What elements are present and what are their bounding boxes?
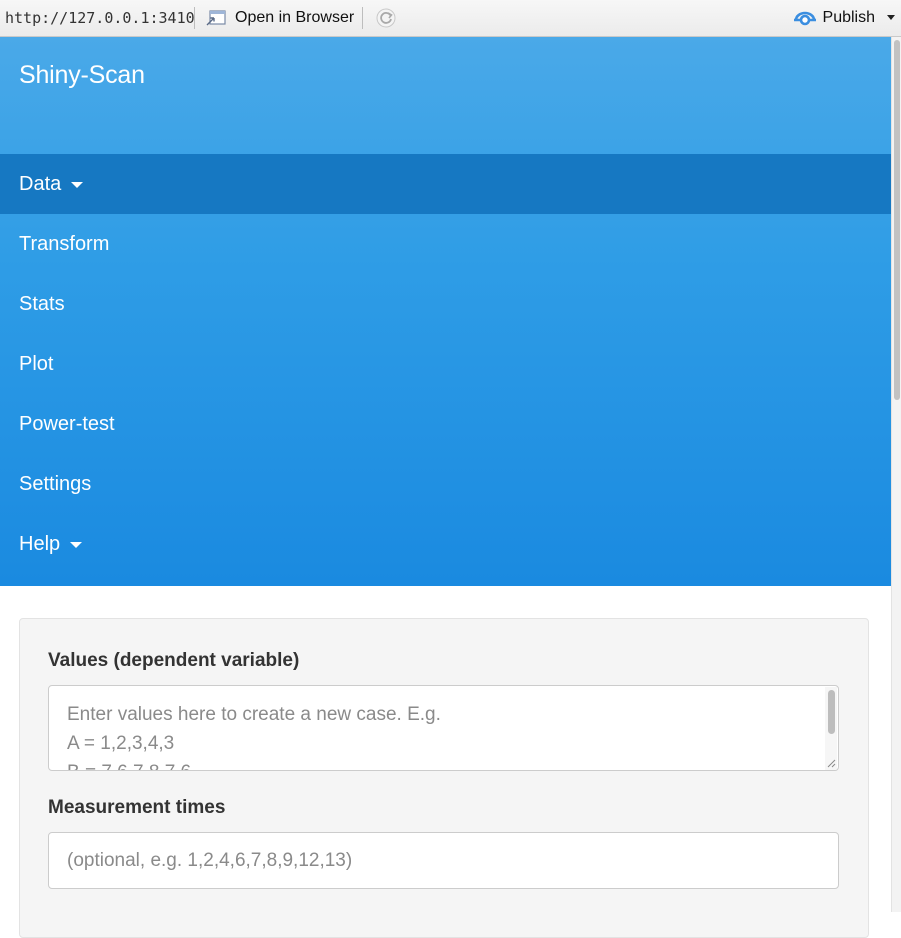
- nav-item-stats[interactable]: Stats: [0, 274, 891, 334]
- toolbar-divider: [362, 7, 364, 29]
- navbar: Shiny-Scan Data Transform Stats Plot Pow…: [0, 37, 891, 586]
- nav-item-power-test[interactable]: Power-test: [0, 394, 891, 454]
- measurement-times-input[interactable]: (optional, e.g. 1,2,4,6,7,8,9,12,13): [48, 832, 839, 889]
- toolbar-divider: [194, 7, 195, 29]
- times-label: Measurement times: [48, 797, 226, 818]
- nav-item-label: Settings: [19, 472, 92, 495]
- open-window-icon: [206, 10, 226, 26]
- nav-item-label: Power-test: [19, 412, 115, 435]
- viewer-toolbar: http://127.0.0.1:3410 Open in Browser Pu…: [0, 0, 901, 37]
- values-placeholder: Enter values here to create a new case. …: [67, 704, 441, 770]
- nav-item-help[interactable]: Help: [0, 514, 891, 574]
- nav-item-label: Help: [19, 532, 61, 555]
- nav-item-label: Plot: [19, 352, 54, 375]
- publish-button[interactable]: Publish: [793, 8, 901, 28]
- publish-label: Publish: [822, 9, 875, 26]
- page-scrollbar-thumb[interactable]: [894, 40, 900, 400]
- textarea-scrollbar-thumb[interactable]: [828, 690, 835, 734]
- refresh-button[interactable]: [375, 7, 397, 29]
- times-placeholder: (optional, e.g. 1,2,4,6,7,8,9,12,13): [67, 849, 353, 871]
- nav-item-settings[interactable]: Settings: [0, 454, 891, 514]
- nav-item-data[interactable]: Data: [0, 154, 891, 214]
- open-in-browser-button[interactable]: Open in Browser: [201, 9, 360, 27]
- nav-item-plot[interactable]: Plot: [0, 334, 891, 394]
- nav-item-label: Transform: [19, 232, 110, 255]
- navbar-brand[interactable]: Shiny-Scan: [19, 61, 145, 90]
- rsconnect-publish-icon: [793, 11, 816, 26]
- caret-down-icon: [71, 182, 84, 188]
- values-textarea[interactable]: Enter values here to create a new case. …: [48, 685, 839, 771]
- refresh-icon: [376, 8, 396, 28]
- nav-item-label: Stats: [19, 292, 65, 315]
- nav-item-transform[interactable]: Transform: [0, 214, 891, 274]
- nav-item-label: Data: [19, 172, 62, 195]
- resize-grip-icon[interactable]: [826, 758, 836, 768]
- publish-dropdown-caret-icon[interactable]: [887, 15, 895, 20]
- caret-down-icon: [70, 542, 83, 548]
- values-label: Values (dependent variable): [48, 650, 300, 671]
- open-in-browser-label: Open in Browser: [235, 9, 355, 26]
- url-display: http://127.0.0.1:3410: [5, 9, 195, 27]
